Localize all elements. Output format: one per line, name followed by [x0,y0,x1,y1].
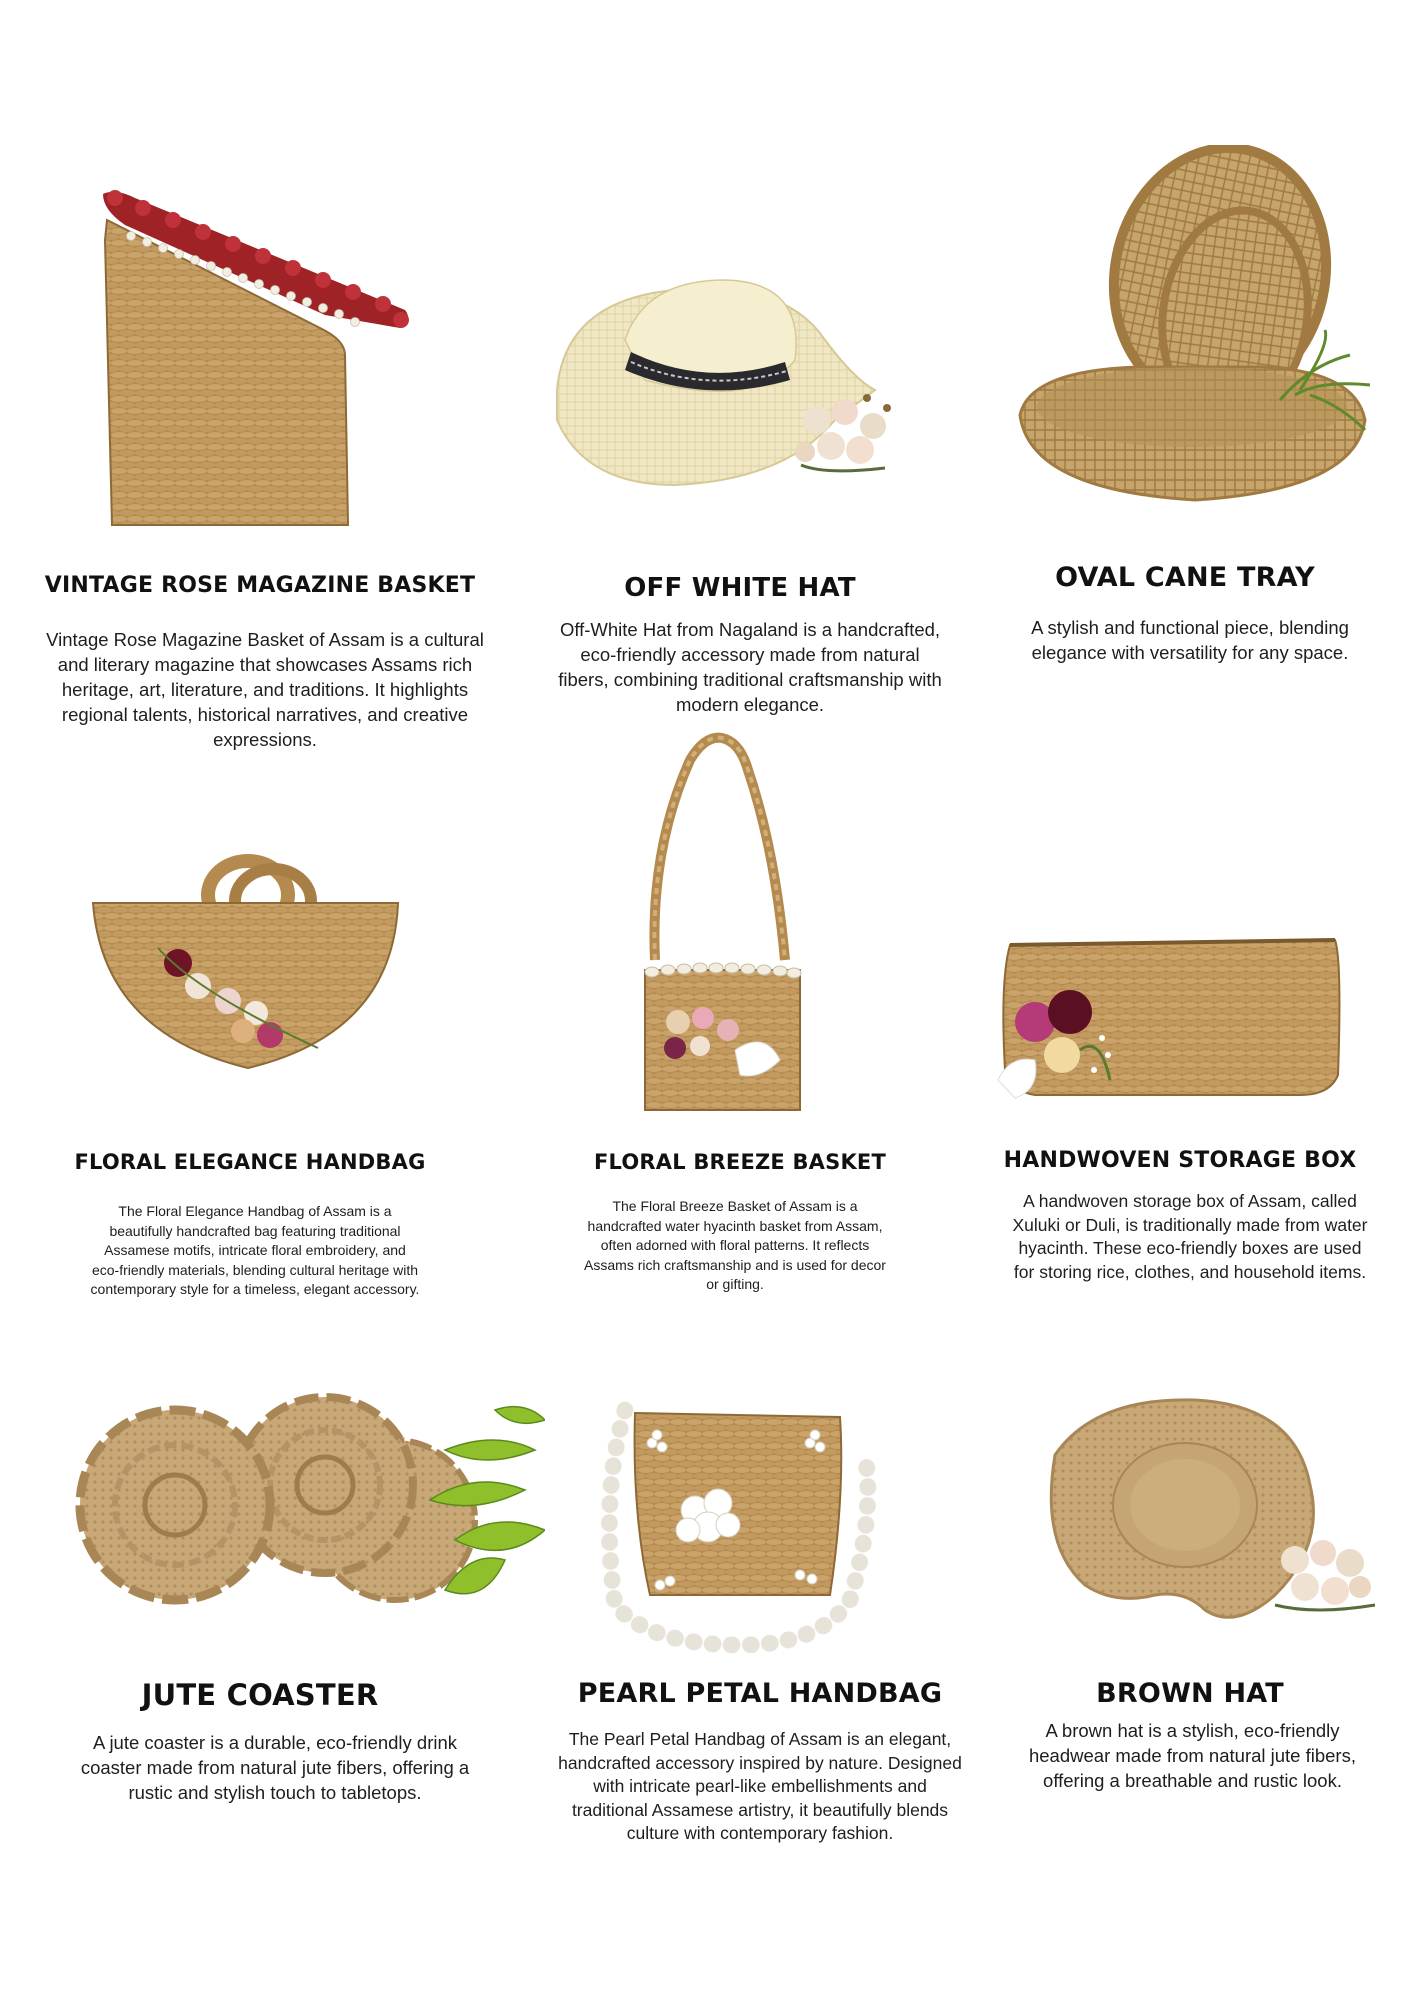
product-title: OVAL CANE TRAY [1055,562,1315,593]
product-description: The Pearl Petal Handbag of Assam is an e… [558,1729,962,1843]
product-title: JUTE COASTER [141,1678,379,1712]
vintage-rose-basket-image [95,180,425,530]
product-title: FLORAL ELEGANCE HANDBAG [74,1150,426,1174]
product-title: BROWN HAT [1096,1678,1284,1709]
product-title: HANDWOVEN STORAGE BOX [1003,1148,1357,1173]
product-description: Vintage Rose Magazine Basket of Assam is… [46,629,484,750]
oval-cane-tray-image [1010,145,1380,515]
product-description: A stylish and functional piece, blending… [1031,617,1349,663]
product-title: FLORAL BREEZE BASKET [593,1150,887,1174]
product-title: PEARL PETAL HANDBAG [577,1678,943,1709]
jute-coaster-image [75,1390,545,1630]
brown-hat-image [1035,1395,1380,1640]
floral-breeze-basket-image [630,730,810,1120]
product-description: The Floral Elegance Handbag of Assam is … [90,1203,420,1297]
product-description: A jute coaster is a durable, eco-friendl… [80,1732,470,1803]
product-title: VINTAGE ROSE MAGAZINE BASKET [44,573,476,598]
product-title: OFF WHITE HAT [624,573,856,603]
pearl-petal-handbag-image [590,1395,920,1655]
product-description: A handwoven storage box of Assam, called… [1012,1191,1368,1282]
product-description: Off-White Hat from Nagaland is a handcra… [558,619,942,715]
handwoven-storage-box-image [990,930,1350,1105]
product-description: The Floral Breeze Basket of Assam is a h… [584,1198,886,1292]
product-description: A brown hat is a stylish, eco-friendly h… [1028,1720,1356,1791]
off-white-hat-image [555,270,900,490]
floral-elegance-handbag-image [88,853,403,1083]
